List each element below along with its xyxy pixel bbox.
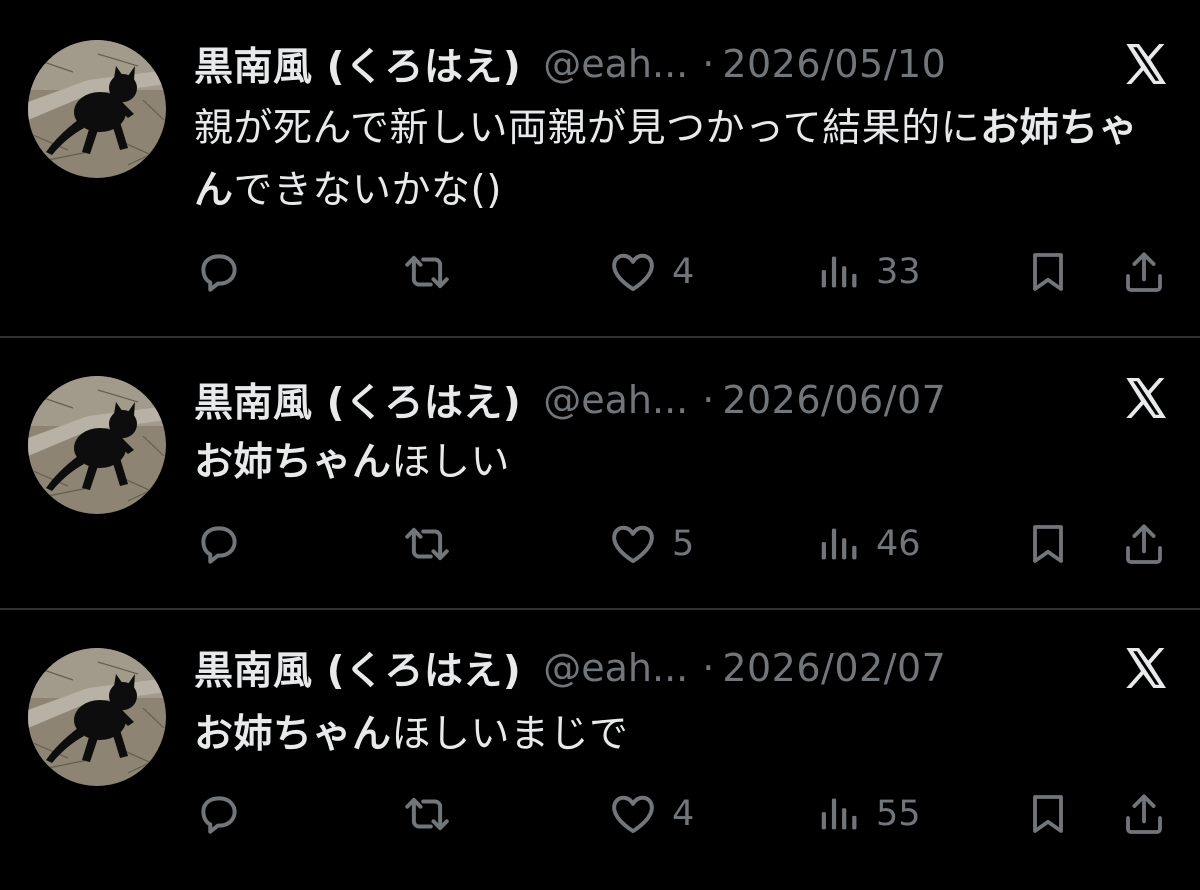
- share-icon: [1120, 519, 1168, 569]
- reply-icon: [194, 247, 244, 297]
- retweet-icon: [400, 519, 454, 569]
- author-handle[interactable]: @eah...: [543, 42, 688, 86]
- views-button[interactable]: 55: [816, 784, 921, 844]
- tweet-header: 黒南風 (くろはえ) @eah... · 2026/02/07: [194, 640, 1090, 696]
- view-count: 46: [876, 524, 921, 564]
- bookmark-icon: [1024, 789, 1072, 839]
- bookmark-button[interactable]: [1024, 514, 1072, 574]
- retweet-button[interactable]: [400, 514, 454, 574]
- reply-button[interactable]: [194, 514, 244, 574]
- reply-button[interactable]: [194, 784, 244, 844]
- retweet-button[interactable]: [400, 242, 454, 302]
- like-button[interactable]: 4: [608, 242, 694, 302]
- tweet-header: 黒南風 (くろはえ) @eah... · 2026/05/10: [194, 36, 1090, 92]
- tweet-actions: 5 46: [194, 514, 1170, 574]
- retweet-icon: [400, 247, 454, 297]
- heart-icon: [608, 519, 658, 569]
- tweet-text-part: ほしいまじで: [391, 712, 629, 757]
- like-count: 5: [672, 524, 695, 564]
- tweet-actions: 4 55: [194, 784, 1170, 844]
- share-button[interactable]: [1120, 784, 1168, 844]
- retweet-button[interactable]: [400, 784, 454, 844]
- views-button[interactable]: 46: [816, 514, 921, 574]
- heart-icon: [608, 247, 658, 297]
- tweet-card[interactable]: 黒南風 (くろはえ) @eah... · 2026/05/10 親が死んで新しい…: [0, 0, 1200, 338]
- tweet-text-bold: お姉ちゃん: [194, 712, 392, 757]
- tweet-text-part: 親が死んで新しい両親が見つかって結果的に: [194, 106, 981, 151]
- retweet-icon: [400, 789, 454, 839]
- bookmark-button[interactable]: [1024, 784, 1072, 844]
- x-logo-icon[interactable]: [1122, 40, 1170, 88]
- author-handle[interactable]: @eah...: [543, 378, 688, 422]
- tweet-card[interactable]: 黒南風 (くろはえ) @eah... · 2026/06/07 お姉ちゃんほしい…: [0, 338, 1200, 610]
- tweet-date[interactable]: 2026/05/10: [722, 42, 946, 86]
- share-button[interactable]: [1120, 242, 1168, 302]
- bookmark-button[interactable]: [1024, 242, 1072, 302]
- reply-button[interactable]: [194, 242, 244, 302]
- avatar[interactable]: [28, 376, 166, 514]
- like-button[interactable]: 5: [608, 514, 694, 574]
- tweet-date[interactable]: 2026/02/07: [722, 646, 946, 690]
- views-icon: [816, 247, 862, 297]
- share-icon: [1120, 789, 1168, 839]
- avatar[interactable]: [28, 40, 166, 178]
- bookmark-icon: [1024, 247, 1072, 297]
- separator-dot: ·: [702, 646, 715, 690]
- author-name[interactable]: 黒南風 (くろはえ): [194, 640, 521, 696]
- share-button[interactable]: [1120, 514, 1168, 574]
- tweet-date[interactable]: 2026/06/07: [722, 378, 946, 422]
- author-name[interactable]: 黒南風 (くろはえ): [194, 36, 521, 92]
- reply-icon: [194, 789, 244, 839]
- x-logo-icon[interactable]: [1122, 644, 1170, 692]
- x-logo-icon[interactable]: [1122, 374, 1170, 422]
- tweet-text: 親が死んで新しい両親が見つかって結果的にお姉ちゃんできないかな(): [194, 98, 1160, 222]
- like-count: 4: [672, 252, 695, 292]
- tweet-text: お姉ちゃんほしい: [194, 432, 1160, 494]
- author-handle[interactable]: @eah...: [543, 646, 688, 690]
- views-icon: [816, 789, 862, 839]
- tweet-feed: 黒南風 (くろはえ) @eah... · 2026/05/10 親が死んで新しい…: [0, 0, 1200, 890]
- view-count: 55: [876, 794, 921, 834]
- tweet-text-part: できないかな(): [233, 168, 502, 213]
- like-button[interactable]: 4: [608, 784, 694, 844]
- tweet-actions: 4 33: [194, 242, 1170, 302]
- bookmark-icon: [1024, 519, 1072, 569]
- avatar[interactable]: [28, 648, 166, 786]
- tweet-text: お姉ちゃんほしいまじで: [194, 704, 1160, 766]
- tweet-text-bold: お姉ちゃん: [194, 440, 392, 485]
- like-count: 4: [672, 794, 695, 834]
- share-icon: [1120, 247, 1168, 297]
- author-name[interactable]: 黒南風 (くろはえ): [194, 372, 521, 428]
- views-button[interactable]: 33: [816, 242, 921, 302]
- view-count: 33: [876, 252, 921, 292]
- views-icon: [816, 519, 862, 569]
- separator-dot: ·: [702, 378, 715, 422]
- reply-icon: [194, 519, 244, 569]
- tweet-card[interactable]: 黒南風 (くろはえ) @eah... · 2026/02/07 お姉ちゃんほしい…: [0, 610, 1200, 890]
- heart-icon: [608, 789, 658, 839]
- tweet-header: 黒南風 (くろはえ) @eah... · 2026/06/07: [194, 372, 1090, 428]
- separator-dot: ·: [702, 42, 715, 86]
- tweet-text-part: ほしい: [391, 440, 511, 485]
